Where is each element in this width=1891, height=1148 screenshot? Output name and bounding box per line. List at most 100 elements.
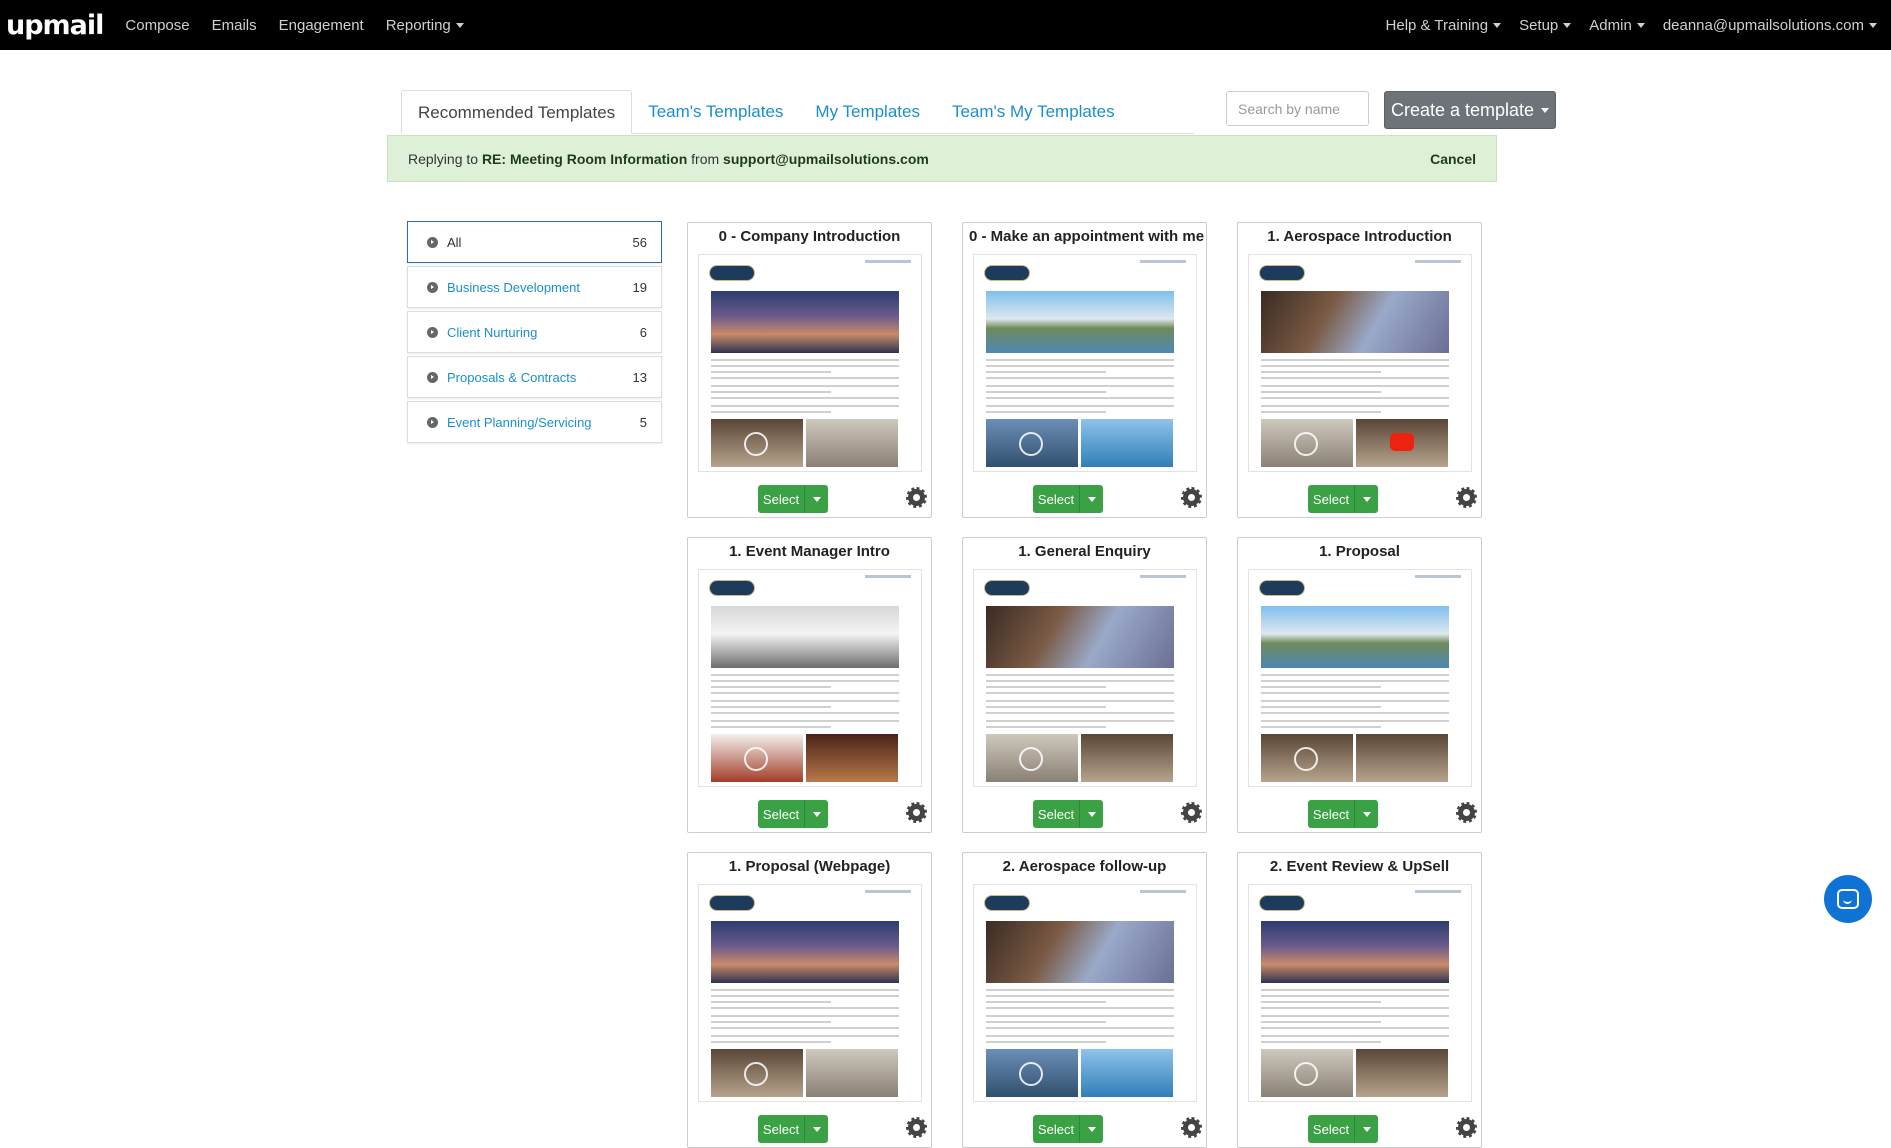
select-dropdown-toggle[interactable] bbox=[1354, 800, 1378, 828]
preview-links bbox=[865, 890, 911, 893]
nav-user-account[interactable]: deanna@upmailsolutions.com bbox=[1663, 17, 1877, 34]
select-dropdown-toggle[interactable] bbox=[1354, 485, 1378, 513]
chevron-down-icon bbox=[812, 811, 821, 817]
template-preview[interactable] bbox=[973, 254, 1197, 472]
template-preview[interactable] bbox=[973, 884, 1197, 1102]
cancel-reply-button[interactable]: Cancel bbox=[1430, 151, 1476, 167]
create-template-button[interactable]: Create a template bbox=[1384, 91, 1556, 129]
select-button[interactable]: Select bbox=[1033, 800, 1079, 828]
category-business-development[interactable]: Business Development 19 bbox=[407, 266, 662, 308]
hotel-logo bbox=[1259, 895, 1305, 911]
nav-setup[interactable]: Setup bbox=[1519, 17, 1572, 34]
template-card[interactable]: 1. Aerospace Introduction Select bbox=[1237, 222, 1482, 518]
select-dropdown-toggle[interactable] bbox=[1079, 1115, 1103, 1143]
select-button[interactable]: Select bbox=[758, 485, 804, 513]
template-card[interactable]: 1. Proposal Select bbox=[1237, 537, 1482, 833]
select-button[interactable]: Select bbox=[1308, 800, 1354, 828]
template-preview[interactable] bbox=[1248, 254, 1472, 472]
chevron-right-circle-icon bbox=[427, 236, 438, 248]
top-navbar: upmail Compose Emails Engagement Reporti… bbox=[0, 0, 1891, 50]
select-dropdown-toggle[interactable] bbox=[1079, 485, 1103, 513]
hotel-logo bbox=[1259, 580, 1305, 596]
preview-links bbox=[1415, 890, 1461, 893]
gear-icon[interactable] bbox=[1456, 1117, 1477, 1138]
tab-teams-my-templates[interactable]: Team's My Templates bbox=[936, 90, 1131, 134]
template-card[interactable]: 1. Proposal (Webpage) Select bbox=[687, 852, 932, 1148]
select-dropdown-toggle[interactable] bbox=[804, 485, 828, 513]
tab-my-templates[interactable]: My Templates bbox=[799, 90, 936, 134]
chevron-right-circle-icon bbox=[427, 281, 438, 293]
chevron-down-icon bbox=[1636, 22, 1645, 28]
template-card[interactable]: 0 - Company Introduction Select bbox=[687, 222, 932, 518]
chevron-down-icon bbox=[1563, 22, 1572, 28]
preview-hero-image bbox=[711, 291, 899, 353]
category-client-nurturing[interactable]: Client Nurturing 6 bbox=[407, 311, 662, 353]
chevron-right-circle-icon bbox=[427, 416, 438, 428]
nav-reporting[interactable]: Reporting bbox=[386, 17, 464, 34]
preview-hero-image bbox=[1261, 606, 1449, 668]
preview-image bbox=[711, 419, 803, 467]
preview-image bbox=[986, 1049, 1078, 1097]
template-card[interactable]: 1. General Enquiry Select bbox=[962, 537, 1207, 833]
select-dropdown-toggle[interactable] bbox=[804, 800, 828, 828]
select-dropdown-toggle[interactable] bbox=[804, 1115, 828, 1143]
template-card[interactable]: 0 - Make an appointment with me Select bbox=[962, 222, 1207, 518]
nav-engagement[interactable]: Engagement bbox=[279, 17, 364, 34]
chevron-down-icon bbox=[1087, 811, 1096, 817]
template-preview[interactable] bbox=[1248, 569, 1472, 787]
template-preview[interactable] bbox=[698, 254, 922, 472]
category-proposals-contracts[interactable]: Proposals & Contracts 13 bbox=[407, 356, 662, 398]
select-button-group: Select bbox=[758, 485, 828, 513]
chevron-down-icon bbox=[455, 22, 464, 28]
brand-logo[interactable]: upmail bbox=[6, 10, 104, 41]
select-button[interactable]: Select bbox=[1308, 1115, 1354, 1143]
select-button-group: Select bbox=[1033, 1115, 1103, 1143]
select-button[interactable]: Select bbox=[1033, 1115, 1079, 1143]
nav-admin[interactable]: Admin bbox=[1589, 17, 1645, 34]
nav-compose[interactable]: Compose bbox=[125, 17, 189, 34]
select-button-group: Select bbox=[758, 1115, 828, 1143]
reply-prefix: Replying to bbox=[408, 150, 479, 167]
template-preview[interactable] bbox=[698, 884, 922, 1102]
preview-links bbox=[1415, 260, 1461, 263]
select-button[interactable]: Select bbox=[758, 800, 804, 828]
gear-icon[interactable] bbox=[1181, 1117, 1202, 1138]
select-dropdown-toggle[interactable] bbox=[1354, 1115, 1378, 1143]
template-card[interactable]: 1. Event Manager Intro Select bbox=[687, 537, 932, 833]
tab-recommended-templates[interactable]: Recommended Templates bbox=[401, 90, 633, 134]
chat-icon bbox=[1837, 889, 1859, 909]
select-button[interactable]: Select bbox=[1308, 485, 1354, 513]
select-button-group: Select bbox=[1033, 485, 1103, 513]
gear-icon[interactable] bbox=[1181, 487, 1202, 508]
select-dropdown-toggle[interactable] bbox=[1079, 800, 1103, 828]
select-button[interactable]: Select bbox=[758, 1115, 804, 1143]
select-button-group: Select bbox=[1308, 485, 1378, 513]
gear-icon[interactable] bbox=[906, 802, 927, 823]
gear-icon[interactable] bbox=[1456, 487, 1477, 508]
gear-icon[interactable] bbox=[906, 487, 927, 508]
template-card[interactable]: 2. Event Review & UpSell Select bbox=[1237, 852, 1482, 1148]
nav-help-training[interactable]: Help & Training bbox=[1386, 17, 1502, 34]
chat-launcher-button[interactable] bbox=[1824, 875, 1872, 923]
nav-emails[interactable]: Emails bbox=[212, 17, 257, 34]
template-preview[interactable] bbox=[698, 569, 922, 787]
play-icon bbox=[744, 1062, 768, 1086]
template-preview[interactable] bbox=[1248, 884, 1472, 1102]
category-event-planning[interactable]: Event Planning/Servicing 5 bbox=[407, 401, 662, 443]
search-input[interactable]: Search by name bbox=[1226, 91, 1369, 126]
template-preview[interactable] bbox=[973, 569, 1197, 787]
gear-icon[interactable] bbox=[1456, 802, 1477, 823]
tab-teams-templates[interactable]: Team's Templates bbox=[632, 90, 799, 134]
play-icon bbox=[1294, 1062, 1318, 1086]
play-icon bbox=[1294, 432, 1318, 456]
template-title: 2. Aerospace follow-up bbox=[1002, 858, 1167, 875]
category-all[interactable]: All 56 bbox=[407, 221, 662, 263]
template-card[interactable]: 2. Aerospace follow-up Select bbox=[962, 852, 1207, 1148]
select-button[interactable]: Select bbox=[1033, 485, 1079, 513]
preview-links bbox=[1415, 575, 1461, 578]
play-icon bbox=[1019, 1062, 1043, 1086]
gear-icon[interactable] bbox=[906, 1117, 927, 1138]
gear-icon[interactable] bbox=[1181, 802, 1202, 823]
preview-hero-image bbox=[711, 921, 899, 983]
hotel-logo bbox=[984, 580, 1030, 596]
